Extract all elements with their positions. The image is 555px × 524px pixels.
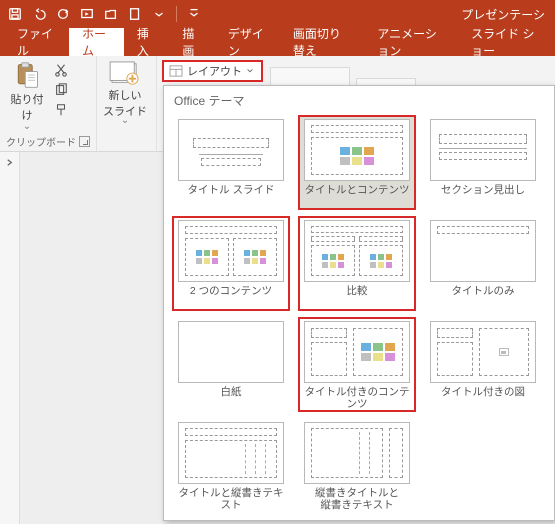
layout-label: 白紙 xyxy=(178,386,284,410)
group-clipboard: 貼り付け クリップボード xyxy=(0,56,97,151)
clipboard-group-label: クリップボード xyxy=(6,134,76,149)
cut-icon[interactable] xyxy=(52,61,70,79)
paste-button[interactable]: 貼り付け xyxy=(6,59,48,131)
tab-insert[interactable]: 挿入 xyxy=(124,28,170,56)
layout-item-title[interactable]: タイトル スライド xyxy=(172,115,290,210)
layout-thumb xyxy=(304,422,410,484)
layout-label: 2 つのコンテンツ xyxy=(178,285,284,309)
layout-thumb xyxy=(304,321,410,383)
layout-thumb xyxy=(178,422,284,484)
layout-label: 縦書きタイトルと 縦書きテキスト xyxy=(304,487,410,511)
layout-label: タイトルと縦書きテキスト xyxy=(178,487,284,511)
ribbon-tabs: ファイル ホーム 挿入 描画 デザイン 画面切り替え アニメーション スライド … xyxy=(0,28,555,56)
copy-icon[interactable] xyxy=(52,81,70,99)
title-bar: プレゼンテーシ xyxy=(0,0,555,28)
layout-item-twocontent[interactable]: 2 つのコンテンツ xyxy=(172,216,290,311)
quick-access-toolbar xyxy=(4,3,205,25)
layout-button[interactable]: レイアウト xyxy=(163,61,262,81)
gallery-header: Office テーマ xyxy=(172,90,552,115)
tab-draw[interactable]: 描画 xyxy=(169,28,215,56)
layout-thumb xyxy=(430,220,536,282)
layout-item-piccaption[interactable]: タイトル付きの図 xyxy=(424,317,542,412)
tab-file[interactable]: ファイル xyxy=(4,28,69,56)
layout-label: セクション見出し xyxy=(430,184,536,208)
layout-item-contentcaption[interactable]: タイトル付きのコンテンツ xyxy=(298,317,416,412)
open-icon[interactable] xyxy=(100,3,122,25)
format-painter-icon[interactable] xyxy=(52,101,70,119)
thumbnail-pane-collapse[interactable] xyxy=(0,152,20,524)
layout-item-section[interactable]: セクション見出し xyxy=(424,115,542,210)
layout-thumb xyxy=(304,220,410,282)
layout-thumb xyxy=(304,119,410,181)
layout-label: レイアウト xyxy=(187,63,242,79)
tab-design[interactable]: デザイン xyxy=(215,28,280,56)
save-icon[interactable] xyxy=(4,3,26,25)
layout-item-verttitle[interactable]: 縦書きタイトルと 縦書きテキスト xyxy=(298,418,416,513)
layout-item-titlecontent[interactable]: タイトルとコンテンツ xyxy=(298,115,416,210)
layout-label: タイトル付きのコンテンツ xyxy=(304,386,410,410)
layout-label: タイトル付きの図 xyxy=(430,386,536,410)
start-from-beginning-icon[interactable] xyxy=(76,3,98,25)
document-title: プレゼンテーシ xyxy=(205,6,551,23)
tab-slideshow[interactable]: スライド ショー xyxy=(458,28,555,56)
new-icon[interactable] xyxy=(124,3,146,25)
layout-label: タイトルとコンテンツ xyxy=(304,184,410,208)
layout-item-verttext[interactable]: タイトルと縦書きテキスト xyxy=(172,418,290,513)
qat-customize-icon[interactable] xyxy=(148,3,170,25)
paste-label: 貼り付け xyxy=(6,91,48,123)
layout-item-titleonly[interactable]: タイトルのみ xyxy=(424,216,542,311)
clipboard-launcher-icon[interactable] xyxy=(79,136,90,147)
layout-thumb xyxy=(178,321,284,383)
layout-gallery: Office テーマ タイトル スライドタイトルとコンテンツセクション見出し 2 … xyxy=(163,85,555,521)
new-slide-button[interactable]: 新しい スライド xyxy=(103,59,147,125)
undo-icon[interactable] xyxy=(28,3,50,25)
touch-mode-icon[interactable] xyxy=(183,3,205,25)
layout-thumb xyxy=(178,119,284,181)
layout-label: タイトルのみ xyxy=(430,285,536,309)
layout-item-blank[interactable]: 白紙 xyxy=(172,317,290,412)
tab-animations[interactable]: アニメーション xyxy=(364,28,458,56)
group-slides: 新しい スライド xyxy=(97,56,157,151)
layout-thumb xyxy=(430,119,536,181)
new-slide-label: 新しい スライド xyxy=(103,87,147,119)
layout-thumb xyxy=(178,220,284,282)
layout-label: タイトル スライド xyxy=(178,184,284,208)
layout-thumb xyxy=(430,321,536,383)
tab-home[interactable]: ホーム xyxy=(69,28,124,56)
layout-item-comparison[interactable]: 比較 xyxy=(298,216,416,311)
redo-icon[interactable] xyxy=(52,3,74,25)
tab-transitions[interactable]: 画面切り替え xyxy=(280,28,364,56)
layout-label: 比較 xyxy=(304,285,410,309)
